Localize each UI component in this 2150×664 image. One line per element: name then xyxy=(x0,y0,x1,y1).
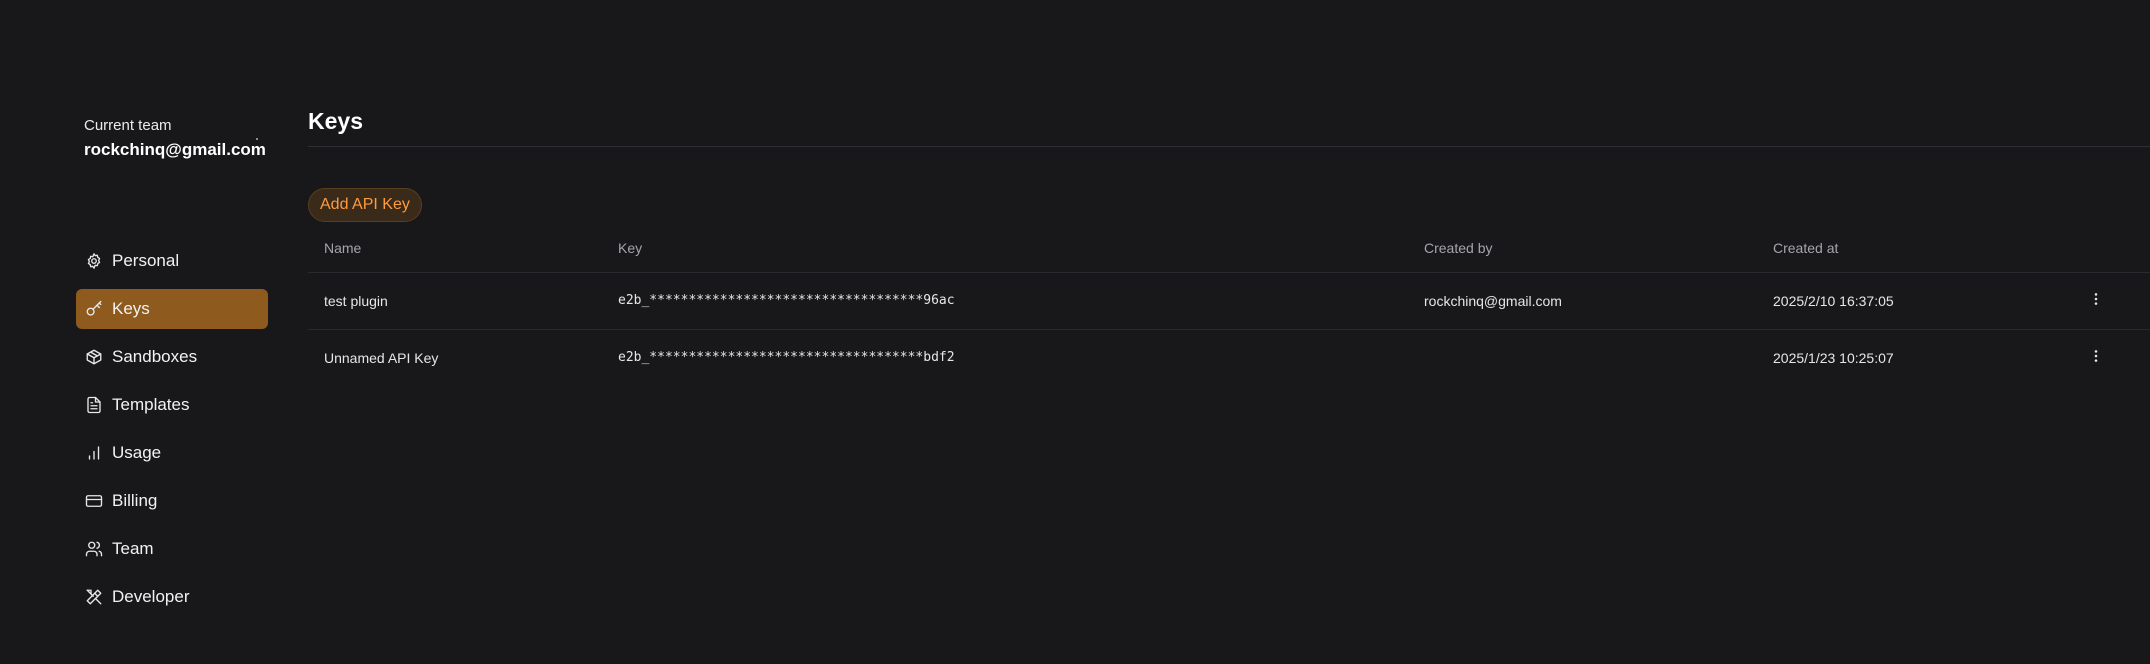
table-row: Unnamed API Key e2b_********************… xyxy=(308,330,2150,386)
sidebar-item-label: Usage xyxy=(112,443,162,462)
sidebar-item-keys[interactable]: Keys xyxy=(76,289,268,329)
title-divider xyxy=(308,146,2150,147)
page-title: Keys xyxy=(308,108,363,134)
main-content: Keys Add API Key Name Key Created by Cre… xyxy=(308,0,2150,664)
sidebar-item-label: Team xyxy=(112,539,154,558)
column-header-created-at: Created at xyxy=(1773,240,1839,256)
file-text-icon xyxy=(84,395,104,415)
created-at-cell: 2025/1/23 10:25:07 xyxy=(1773,350,1894,366)
created-by-cell: rockchinq@gmail.com xyxy=(1424,293,1562,309)
sidebar-item-label: Billing xyxy=(112,491,158,510)
sidebar-nav: Personal Keys Sandboxes Templates Usage … xyxy=(76,241,268,625)
sidebar-item-label: Keys xyxy=(112,299,150,318)
sidebar-item-developer[interactable]: Developer xyxy=(76,577,268,617)
table-header: Name Key Created by Created at xyxy=(308,230,2150,273)
key-name-cell: test plugin xyxy=(324,293,388,309)
sidebar-item-label: Templates xyxy=(112,395,190,414)
sidebar-item-billing[interactable]: Billing xyxy=(76,481,268,521)
team-indicator-dot xyxy=(256,138,258,140)
table-row: test plugin e2b_************************… xyxy=(308,273,2150,330)
bar-chart-icon xyxy=(84,443,104,463)
more-vertical-icon[interactable] xyxy=(2086,346,2106,366)
column-header-created-by: Created by xyxy=(1424,240,1493,256)
sidebar-item-label: Developer xyxy=(112,587,190,606)
key-icon xyxy=(84,299,104,319)
key-name-cell: Unnamed API Key xyxy=(324,350,439,366)
box-icon xyxy=(84,347,104,367)
key-value-cell: e2b_***********************************b… xyxy=(618,350,955,365)
column-header-key: Key xyxy=(618,240,643,256)
sidebar-item-usage[interactable]: Usage xyxy=(76,433,268,473)
users-icon xyxy=(84,539,104,559)
current-team-label: Current team xyxy=(84,117,172,134)
more-vertical-icon[interactable] xyxy=(2086,289,2106,309)
api-keys-table: Name Key Created by Created at test plug… xyxy=(308,230,2150,386)
current-team-name[interactable]: rockchinq@gmail.com xyxy=(84,140,266,160)
sidebar-item-label: Personal xyxy=(112,251,180,270)
sidebar-item-team[interactable]: Team xyxy=(76,529,268,569)
created-at-cell: 2025/2/10 16:37:05 xyxy=(1773,293,1894,309)
key-value-cell: e2b_***********************************9… xyxy=(618,293,955,308)
app-page: Current team rockchinq@gmail.com Persona… xyxy=(0,0,2150,664)
add-api-key-button[interactable]: Add API Key xyxy=(308,188,422,222)
sidebar-item-personal[interactable]: Personal xyxy=(76,241,268,281)
column-header-name: Name xyxy=(324,240,362,256)
sidebar-item-sandboxes[interactable]: Sandboxes xyxy=(76,337,268,377)
tools-icon xyxy=(84,587,104,607)
sidebar-item-label: Sandboxes xyxy=(112,347,198,366)
gear-icon xyxy=(84,251,104,271)
sidebar-item-templates[interactable]: Templates xyxy=(76,385,268,425)
credit-card-icon xyxy=(84,491,104,511)
